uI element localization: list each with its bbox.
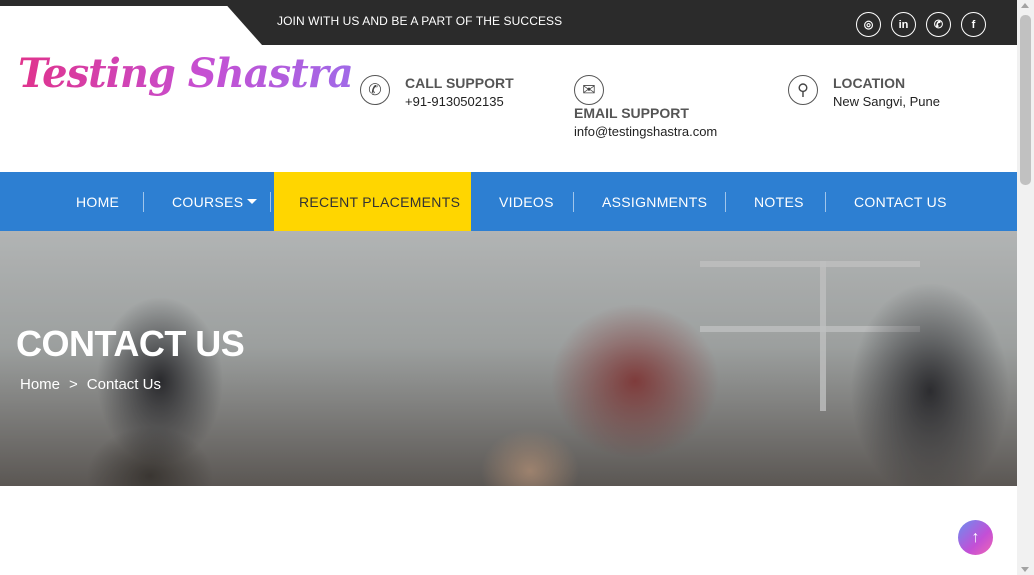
breadcrumb: Home > Contact Us <box>20 376 161 393</box>
page-title: CONTACT US <box>16 323 245 364</box>
page: JOIN WITH US AND BE A PART OF THE SUCCES… <box>0 0 1034 575</box>
scrollbar-thumb[interactable] <box>1020 15 1031 185</box>
top-bar: JOIN WITH US AND BE A PART OF THE SUCCES… <box>0 0 1017 45</box>
arrow-up-icon: ↑ <box>971 528 980 546</box>
nav-assignments[interactable]: ASSIGNMENTS <box>602 172 707 231</box>
email-support-title: EMAIL SUPPORT <box>574 105 689 121</box>
social-links: ◎ in ✆ f <box>856 12 986 37</box>
nav-courses[interactable]: COURSES <box>172 172 243 231</box>
call-support-title: CALL SUPPORT <box>405 75 514 91</box>
chevron-down-icon[interactable] <box>247 199 257 204</box>
envelope-icon: ✉ <box>574 75 604 105</box>
main-nav: HOME COURSES RECENT PLACEMENTS VIDEOS AS… <box>0 172 1017 231</box>
map-pin-icon: ⚲ <box>788 75 818 105</box>
site-logo[interactable]: Testing Shastra <box>18 48 354 100</box>
nav-recent-placements[interactable]: RECENT PLACEMENTS <box>299 172 460 231</box>
instagram-icon[interactable]: ◎ <box>856 12 881 37</box>
linkedin-icon[interactable]: in <box>891 12 916 37</box>
whatsapp-icon[interactable]: ✆ <box>926 12 951 37</box>
breadcrumb-separator: > <box>69 376 78 393</box>
scroll-up-arrow-icon[interactable] <box>1021 3 1029 8</box>
phone-icon: ✆ <box>360 75 390 105</box>
breadcrumb-home[interactable]: Home <box>20 376 60 393</box>
nav-contact-us[interactable]: CONTACT US <box>854 172 947 231</box>
scroll-down-arrow-icon[interactable] <box>1021 567 1029 572</box>
nav-videos[interactable]: VIDEOS <box>499 172 554 231</box>
nav-notes[interactable]: NOTES <box>754 172 804 231</box>
breadcrumb-current: Contact Us <box>86 376 161 393</box>
location-value: New Sangvi, Pune <box>833 94 940 109</box>
location: ⚲ LOCATION New Sangvi, Pune <box>788 75 988 115</box>
tagline: JOIN WITH US AND BE A PART OF THE SUCCES… <box>277 14 563 28</box>
scrollbar[interactable] <box>1017 0 1034 575</box>
facebook-icon[interactable]: f <box>961 12 986 37</box>
hero-banner: CONTACT US Home > Contact Us <box>0 231 1017 486</box>
call-support-number[interactable]: +91-9130502135 <box>405 94 504 109</box>
call-support: ✆ CALL SUPPORT +91-9130502135 <box>360 75 560 115</box>
location-title: LOCATION <box>833 75 906 91</box>
scroll-to-top-button[interactable]: ↑ <box>958 520 993 555</box>
email-support: ✉ EMAIL SUPPORT info@testingshastra.com <box>574 75 774 145</box>
nav-home[interactable]: HOME <box>76 172 119 231</box>
email-support-address[interactable]: info@testingshastra.com <box>574 124 717 139</box>
